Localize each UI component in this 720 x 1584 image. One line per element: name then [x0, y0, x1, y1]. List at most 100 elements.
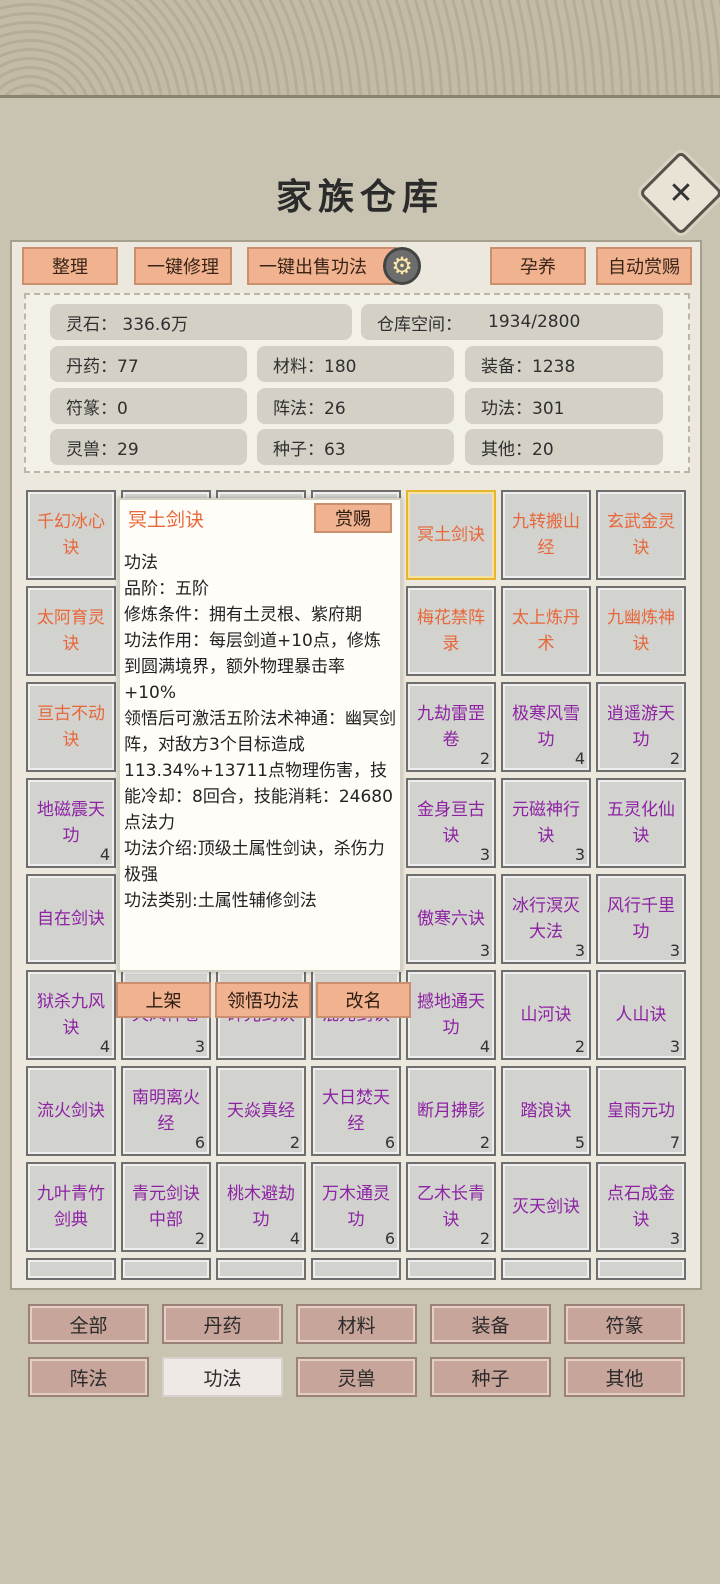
- tab-pills[interactable]: 丹药: [162, 1304, 283, 1344]
- item-name: 青元剑诀中部: [132, 1184, 200, 1230]
- pills-stat: 丹药：77: [50, 346, 247, 382]
- item-slot[interactable]: 玄武金灵诀: [596, 490, 686, 580]
- item-slot[interactable]: 千幻冰心诀: [26, 490, 116, 580]
- item-slot[interactable]: 亘古不动诀: [26, 682, 116, 772]
- comprehend-button[interactable]: 领悟功法: [215, 982, 311, 1018]
- item-name: 乙木长青诀: [417, 1184, 485, 1230]
- item-count: 4: [99, 845, 110, 864]
- formations-stat: 阵法：26: [257, 388, 454, 424]
- item-slot[interactable]: 元磁神行诀 3: [501, 778, 591, 868]
- tab-beasts[interactable]: 灵兽: [296, 1357, 417, 1397]
- tooltip-body: 功法 品阶：五阶 修炼条件：拥有土灵根、紫府期 功法作用：每层剑道+10点，修炼…: [124, 550, 396, 914]
- item-slot[interactable]: 九转搬山经: [501, 490, 591, 580]
- item-name: 太阿育灵诀: [37, 608, 105, 654]
- item-count: 3: [574, 941, 585, 960]
- item-slot[interactable]: 踏浪诀 5: [501, 1066, 591, 1156]
- item-slot[interactable]: 人山诀 3: [596, 970, 686, 1060]
- item-slot[interactable]: 九幽炼神诀: [596, 586, 686, 676]
- tooltip-requirement: 修炼条件：拥有土灵根、紫府期: [124, 605, 362, 625]
- item-slot[interactable]: [501, 1258, 591, 1280]
- item-count: 2: [574, 1037, 585, 1056]
- item-slot[interactable]: [216, 1258, 306, 1280]
- list-button[interactable]: 上架: [116, 982, 211, 1018]
- item-slot[interactable]: 乙木长青诀 2: [406, 1162, 496, 1252]
- item-name: 千幻冰心诀: [37, 512, 105, 558]
- item-slot[interactable]: 皇雨元功 7: [596, 1066, 686, 1156]
- gear-icon[interactable]: ⚙: [383, 247, 421, 285]
- item-slot[interactable]: [596, 1258, 686, 1280]
- item-name: 九叶青竹剑典: [37, 1184, 105, 1230]
- item-slot[interactable]: 山河诀 2: [501, 970, 591, 1060]
- tab-talismans[interactable]: 符篆: [564, 1304, 685, 1344]
- item-slot[interactable]: 流火剑诀: [26, 1066, 116, 1156]
- item-name: 九劫雷罡卷: [417, 704, 485, 750]
- item-slot[interactable]: 南明离火经 6: [121, 1066, 211, 1156]
- item-slot[interactable]: 傲寒六诀 3: [406, 874, 496, 964]
- spirit-stone-stat: 灵石： 336.6万: [50, 304, 352, 340]
- item-name: 冰行溟灭大法: [512, 896, 580, 942]
- item-slot[interactable]: 冥土剑诀: [406, 490, 496, 580]
- auto-reward-button[interactable]: 自动赏赐: [596, 247, 692, 285]
- item-slot[interactable]: 风行千里功 3: [596, 874, 686, 964]
- item-count: 2: [669, 749, 680, 768]
- item-name: 九幽炼神诀: [607, 608, 675, 654]
- tab-others[interactable]: 其他: [564, 1357, 685, 1397]
- item-slot[interactable]: [121, 1258, 211, 1280]
- tab-formations[interactable]: 阵法: [28, 1357, 149, 1397]
- item-slot[interactable]: [406, 1258, 496, 1280]
- item-count: 3: [669, 1037, 680, 1056]
- item-slot[interactable]: 灭天剑诀: [501, 1162, 591, 1252]
- rename-button[interactable]: 改名: [316, 982, 411, 1018]
- tab-techniques[interactable]: 功法: [162, 1357, 283, 1397]
- tooltip-type: 功法: [124, 553, 158, 573]
- item-slot[interactable]: 梅花禁阵录: [406, 586, 496, 676]
- materials-stat: 材料：180: [257, 346, 454, 382]
- item-slot[interactable]: [311, 1258, 401, 1280]
- item-slot[interactable]: 太阿育灵诀: [26, 586, 116, 676]
- item-slot[interactable]: 大日焚天经 6: [311, 1066, 401, 1156]
- tab-materials[interactable]: 材料: [296, 1304, 417, 1344]
- item-slot[interactable]: 冰行溟灭大法 3: [501, 874, 591, 964]
- item-count: 4: [99, 1037, 110, 1056]
- item-name: 桃木避劫功: [227, 1184, 295, 1230]
- item-count: 3: [574, 845, 585, 864]
- item-slot[interactable]: 万木通灵功 6: [311, 1162, 401, 1252]
- item-slot[interactable]: 点石成金诀 3: [596, 1162, 686, 1252]
- item-slot[interactable]: 太上炼丹术: [501, 586, 591, 676]
- techniques-stat: 功法：301: [465, 388, 663, 424]
- item-slot[interactable]: 五灵化仙诀: [596, 778, 686, 868]
- reward-button[interactable]: 赏赐: [314, 503, 392, 533]
- item-slot[interactable]: 地磁震天功 4: [26, 778, 116, 868]
- item-slot[interactable]: [26, 1258, 116, 1280]
- item-slot[interactable]: 天焱真经 2: [216, 1066, 306, 1156]
- item-count: 3: [669, 941, 680, 960]
- item-count: 3: [194, 1037, 205, 1056]
- item-name: 逍遥游天功: [607, 704, 675, 750]
- repair-all-button[interactable]: 一键修理: [134, 247, 232, 285]
- item-slot[interactable]: 极寒风雪功 4: [501, 682, 591, 772]
- beasts-stat: 灵兽：29: [50, 429, 247, 465]
- equipment-stat: 装备：1238: [465, 346, 663, 382]
- item-count: 4: [479, 1037, 490, 1056]
- item-slot[interactable]: 金身亘古诀 3: [406, 778, 496, 868]
- tab-seeds[interactable]: 种子: [430, 1357, 551, 1397]
- sort-button[interactable]: 整理: [22, 247, 118, 285]
- item-slot[interactable]: 断月拂影 2: [406, 1066, 496, 1156]
- tab-equipment[interactable]: 装备: [430, 1304, 551, 1344]
- item-slot[interactable]: 撼地通天功 4: [406, 970, 496, 1060]
- item-count: 5: [574, 1133, 585, 1152]
- nurture-button[interactable]: 孕养: [490, 247, 586, 285]
- item-slot[interactable]: 桃木避劫功 4: [216, 1162, 306, 1252]
- item-slot[interactable]: 九叶青竹剑典: [26, 1162, 116, 1252]
- item-name: 冥土剑诀: [417, 525, 485, 545]
- item-slot[interactable]: 自在剑诀: [26, 874, 116, 964]
- tab-all[interactable]: 全部: [28, 1304, 149, 1344]
- item-slot[interactable]: 逍遥游天功 2: [596, 682, 686, 772]
- item-slot[interactable]: 九劫雷罡卷 2: [406, 682, 496, 772]
- item-name: 地磁震天功: [37, 800, 105, 846]
- item-name: 灭天剑诀: [512, 1197, 580, 1217]
- item-slot[interactable]: 青元剑诀中部 2: [121, 1162, 211, 1252]
- item-name: 梅花禁阵录: [417, 608, 485, 654]
- item-slot[interactable]: 狱杀九风诀 4: [26, 970, 116, 1060]
- sell-all-techniques-button[interactable]: 一键出售功法: [247, 247, 397, 285]
